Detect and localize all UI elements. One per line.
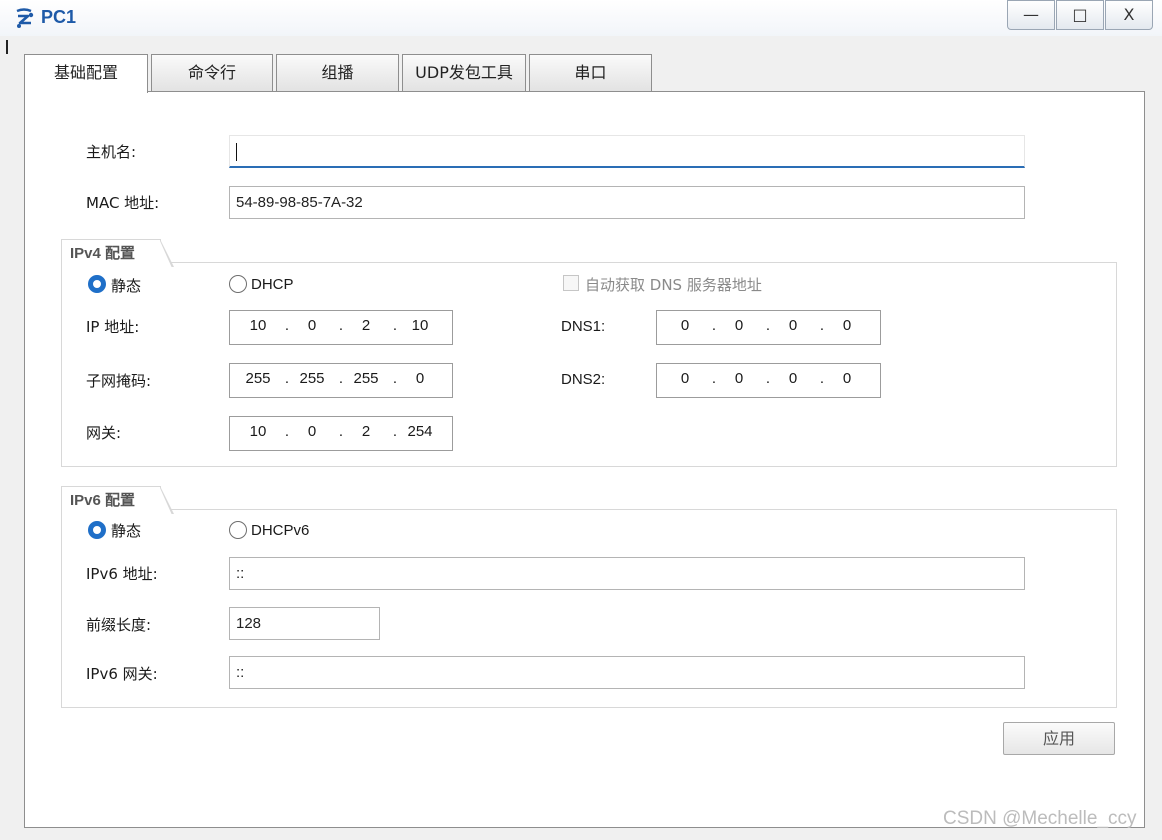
window-title: PC1	[41, 7, 77, 27]
dns2-octet-4: 0	[842, 370, 852, 387]
ipv6-gateway-label: IPv6 网关:	[86, 665, 158, 683]
subnet-mask-input[interactable]: 255 . 255 . 255 . 0	[229, 363, 453, 398]
gateway-octet-1: 10	[249, 423, 267, 440]
gateway-octet-4: 254	[407, 423, 433, 440]
ipv6-address-label: IPv6 地址:	[86, 565, 158, 583]
minimize-button[interactable]: —	[1007, 0, 1055, 30]
mac-label: MAC 地址:	[86, 194, 160, 212]
prefix-length-label: 前缀长度:	[86, 616, 152, 634]
gateway-octet-3: 2	[361, 423, 371, 440]
dns2-input[interactable]: 0 . 0 . 0 . 0	[656, 363, 881, 398]
ipv6-static-label: 静态	[111, 522, 142, 540]
mask-octet-1: 255	[245, 370, 271, 387]
auto-dns-checkbox[interactable]	[563, 275, 579, 291]
ipv6-group-title: IPv6 配置	[61, 486, 174, 515]
title-bar: PC1 — □ X	[0, 0, 1162, 36]
ipv4-static-label: 静态	[111, 277, 142, 295]
gateway-label: 网关:	[86, 424, 122, 442]
tab-command-line[interactable]: 命令行	[151, 54, 273, 92]
gateway-input[interactable]: 10 . 0 . 2 . 254	[229, 416, 453, 451]
ipv6-dhcpv6-label: DHCPv6	[251, 522, 310, 539]
tab-serial-port[interactable]: 串口	[529, 54, 652, 92]
mask-octet-3: 255	[353, 370, 379, 387]
ipv4-dhcp-radio[interactable]	[229, 275, 247, 293]
ipv6-gateway-input[interactable]: ::	[229, 656, 1025, 689]
close-button[interactable]: X	[1105, 0, 1153, 30]
tab-multicast[interactable]: 组播	[276, 54, 399, 92]
ip-octet-1: 10	[249, 317, 267, 334]
mask-octet-4: 0	[415, 370, 425, 387]
network-pc-icon	[16, 8, 34, 28]
dns1-input[interactable]: 0 . 0 . 0 . 0	[656, 310, 881, 345]
dns2-octet-3: 0	[788, 370, 798, 387]
dns2-octet-1: 0	[680, 370, 690, 387]
ipv4-static-radio[interactable]	[88, 275, 106, 293]
ip-octet-2: 0	[307, 317, 317, 334]
ipv4-group-title: IPv4 配置	[61, 239, 174, 268]
dns1-octet-1: 0	[680, 317, 690, 334]
edge-marker	[6, 40, 8, 54]
dns1-octet-2: 0	[734, 317, 744, 334]
ipv6-static-radio[interactable]	[88, 521, 106, 539]
dns1-octet-3: 0	[788, 317, 798, 334]
text-caret	[236, 143, 237, 162]
ipv4-dhcp-label: DHCP	[251, 276, 294, 293]
dns1-label: DNS1:	[561, 318, 606, 335]
gateway-octet-2: 0	[307, 423, 317, 440]
tab-basic-config[interactable]: 基础配置	[24, 54, 148, 93]
watermark: CSDN @Mechelle_ccy	[943, 808, 1137, 829]
ip-address-input[interactable]: 10 . 0 . 2 . 10	[229, 310, 453, 345]
auto-dns-label: 自动获取 DNS 服务器地址	[585, 276, 762, 294]
dns2-octet-2: 0	[734, 370, 744, 387]
subnet-mask-label: 子网掩码:	[86, 372, 152, 390]
maximize-button[interactable]: □	[1056, 0, 1104, 30]
hostname-input[interactable]	[229, 135, 1025, 168]
apply-button[interactable]: 应用	[1003, 722, 1115, 755]
ip-octet-4: 10	[411, 317, 429, 334]
dns1-octet-4: 0	[842, 317, 852, 334]
tab-udp-tool[interactable]: UDP发包工具	[402, 54, 526, 92]
ip-address-label: IP 地址:	[86, 318, 140, 336]
ip-octet-3: 2	[361, 317, 371, 334]
mask-octet-2: 255	[299, 370, 325, 387]
prefix-length-input[interactable]: 128	[229, 607, 380, 640]
mac-input[interactable]: 54-89-98-85-7A-32	[229, 186, 1025, 219]
hostname-label: 主机名:	[86, 143, 137, 161]
ipv6-address-input[interactable]: ::	[229, 557, 1025, 590]
dns2-label: DNS2:	[561, 371, 606, 388]
ipv6-dhcpv6-radio[interactable]	[229, 521, 247, 539]
